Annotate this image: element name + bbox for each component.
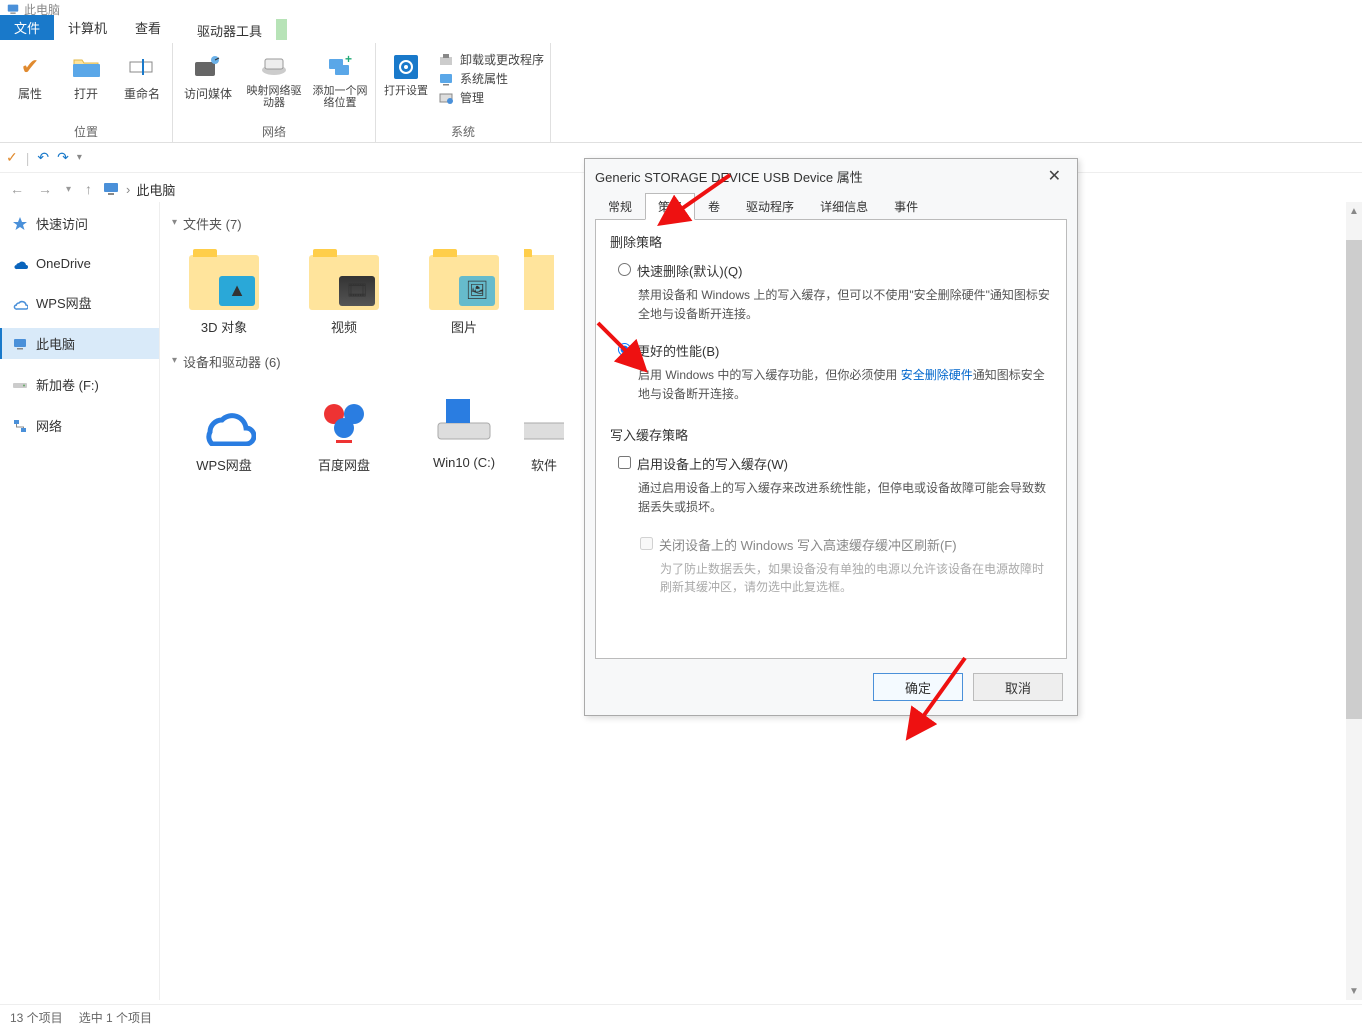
scroll-thumb[interactable] bbox=[1346, 240, 1362, 719]
status-count: 13 个项目 bbox=[10, 1009, 63, 1026]
dialog-tab-events[interactable]: 事件 bbox=[881, 193, 931, 220]
nav-recent-dropdown[interactable]: ▾ bbox=[62, 184, 75, 195]
tab-computer[interactable]: 计算机 bbox=[54, 15, 121, 40]
cancel-button[interactable]: 取消 bbox=[973, 673, 1063, 701]
dialog-tab-volumes[interactable]: 卷 bbox=[695, 193, 733, 220]
tile-3d-objects[interactable]: ▲ 3D 对象 bbox=[164, 239, 284, 348]
content-scrollbar[interactable]: ▲ ▼ bbox=[1346, 202, 1362, 1000]
sidebar-wps[interactable]: WPS网盘 bbox=[0, 287, 159, 318]
qat-check-icon[interactable]: ✓ bbox=[6, 149, 18, 166]
tab-file[interactable]: 文件 bbox=[0, 15, 54, 40]
checkbox-enable-write-cache[interactable] bbox=[618, 456, 631, 469]
tile-software-cut[interactable]: 软件 bbox=[524, 377, 564, 486]
ribbon-group-system: 系统 bbox=[382, 121, 544, 142]
drive-icon bbox=[12, 377, 28, 393]
dialog-title-text: Generic STORAGE DEVICE USB Device 属性 bbox=[595, 167, 863, 186]
qat-undo-icon[interactable]: ↶ bbox=[37, 149, 49, 166]
properties-dialog: Generic STORAGE DEVICE USB Device 属性 ✕ 常… bbox=[584, 158, 1078, 716]
ribbon: ✔ 属性 打开 重命名 位置 访问媒 bbox=[0, 43, 1362, 143]
qat-redo-icon[interactable]: ↷ bbox=[57, 149, 69, 166]
ribbon-sysprops[interactable]: 系统属性 bbox=[438, 70, 544, 87]
dialog-tab-driver[interactable]: 驱动程序 bbox=[733, 193, 807, 220]
qat-separator: | bbox=[26, 150, 30, 166]
tile-wps-disk[interactable]: WPS网盘 bbox=[164, 377, 284, 486]
pc-icon bbox=[102, 180, 120, 198]
pc-icon bbox=[6, 2, 20, 16]
write-cache-header: 写入缓存策略 bbox=[610, 425, 1052, 444]
sidebar-onedrive[interactable]: OneDrive bbox=[0, 249, 159, 277]
nav-sidebar: 快速访问 OneDrive WPS网盘 此电脑 新加卷 (F:) 网络 bbox=[0, 202, 160, 1000]
nav-up[interactable]: ↑ bbox=[81, 181, 96, 197]
radio-quick-removal[interactable] bbox=[618, 263, 631, 276]
tab-drive-tools[interactable]: 驱动器工具 bbox=[183, 18, 276, 43]
media-icon bbox=[192, 51, 224, 83]
uninstall-icon bbox=[438, 52, 454, 68]
dialog-titlebar: Generic STORAGE DEVICE USB Device 属性 ✕ bbox=[585, 159, 1077, 193]
pc-icon bbox=[12, 336, 28, 352]
ribbon-rename[interactable]: 重命名 bbox=[118, 47, 166, 102]
ribbon-properties[interactable]: ✔ 属性 bbox=[6, 47, 54, 102]
sidebar-network[interactable]: 网络 bbox=[0, 410, 159, 441]
dialog-tab-policy[interactable]: 策略 bbox=[645, 193, 695, 220]
window-titlebar: 此电脑 bbox=[0, 0, 1362, 18]
tile-docs-cut[interactable] bbox=[524, 239, 554, 348]
svg-text:+: + bbox=[345, 55, 352, 66]
ok-button[interactable]: 确定 bbox=[873, 673, 963, 701]
tile-pictures[interactable]: 🖼 图片 bbox=[404, 239, 524, 348]
add-location-icon: + bbox=[324, 51, 356, 83]
breadcrumb-root: 此电脑 bbox=[136, 180, 175, 199]
scroll-down-icon[interactable]: ▼ bbox=[1346, 982, 1362, 1000]
removal-policy-header: 删除策略 bbox=[610, 232, 1052, 251]
ribbon-manage[interactable]: 管理 bbox=[438, 89, 544, 106]
option-quick-removal: 快速删除(默认)(Q) 禁用设备和 Windows 上的写入缓存，但可以不使用"… bbox=[618, 261, 1052, 323]
ribbon-map-drive[interactable]: 映射网络驱动器 bbox=[245, 47, 303, 109]
tab-view[interactable]: 查看 bbox=[121, 15, 175, 40]
tile-win10-c[interactable]: Win10 (C:) bbox=[404, 377, 524, 486]
wps-cloud-icon bbox=[184, 385, 264, 455]
checkbox-disable-flush bbox=[640, 537, 653, 550]
ribbon-open[interactable]: 打开 bbox=[62, 47, 110, 102]
baidu-icon bbox=[304, 385, 384, 455]
sidebar-new-volume[interactable]: 新加卷 (F:) bbox=[0, 369, 159, 400]
option-enable-write-cache: 启用设备上的写入缓存(W) 通过启用设备上的写入缓存来改进系统性能，但停电或设备… bbox=[618, 454, 1052, 516]
nav-back[interactable]: ← bbox=[6, 181, 28, 197]
dialog-close-button[interactable]: ✕ bbox=[1042, 166, 1067, 186]
rename-icon bbox=[126, 51, 158, 83]
sidebar-this-pc[interactable]: 此电脑 bbox=[0, 328, 159, 359]
onedrive-icon bbox=[12, 255, 28, 271]
sysprops-icon bbox=[438, 71, 454, 87]
check-icon: ✔ bbox=[14, 51, 46, 83]
tile-baidu-disk[interactable]: 百度网盘 bbox=[284, 377, 404, 486]
scroll-up-icon[interactable]: ▲ bbox=[1346, 202, 1362, 220]
ribbon-add-location[interactable]: + 添加一个网络位置 bbox=[311, 47, 369, 109]
dialog-tabs: 常规 策略 卷 驱动程序 详细信息 事件 bbox=[585, 193, 1077, 220]
status-bar: 13 个项目 选中 1 个项目 bbox=[0, 1004, 1362, 1030]
tile-videos[interactable]: 🎞 视频 bbox=[284, 239, 404, 348]
status-selection: 选中 1 个项目 bbox=[79, 1009, 152, 1026]
network-icon bbox=[12, 418, 28, 434]
safely-remove-link[interactable]: 安全删除硬件 bbox=[901, 368, 973, 382]
settings-icon bbox=[390, 51, 422, 83]
star-icon bbox=[12, 216, 28, 232]
option-better-performance: 更好的性能(B) 启用 Windows 中的写入缓存功能，但你必须使用 安全删除… bbox=[618, 341, 1052, 403]
ribbon-group-location: 位置 bbox=[6, 121, 166, 142]
drive-c-icon bbox=[424, 385, 504, 455]
ribbon-uninstall[interactable]: 卸载或更改程序 bbox=[438, 51, 544, 68]
folder-open-icon bbox=[70, 51, 102, 83]
dialog-tab-general[interactable]: 常规 bbox=[595, 193, 645, 220]
ribbon-access-media[interactable]: 访问媒体 bbox=[179, 47, 237, 102]
sidebar-quick-access[interactable]: 快速访问 bbox=[0, 208, 159, 239]
ribbon-group-network: 网络 bbox=[179, 121, 369, 142]
ribbon-open-settings[interactable]: 打开设置 bbox=[382, 47, 430, 97]
nav-forward[interactable]: → bbox=[34, 181, 56, 197]
qat-dropdown-icon[interactable]: ▾ bbox=[77, 152, 82, 163]
dialog-tab-details[interactable]: 详细信息 bbox=[807, 193, 881, 220]
cloud-icon bbox=[12, 295, 28, 311]
option-disable-flush: 关闭设备上的 Windows 写入高速缓存缓冲区刷新(F) 为了防止数据丢失，如… bbox=[640, 535, 1052, 597]
breadcrumb[interactable]: › 此电脑 bbox=[102, 180, 175, 199]
map-drive-icon bbox=[258, 51, 290, 83]
radio-better-performance[interactable] bbox=[618, 343, 631, 356]
manage-icon bbox=[438, 90, 454, 106]
